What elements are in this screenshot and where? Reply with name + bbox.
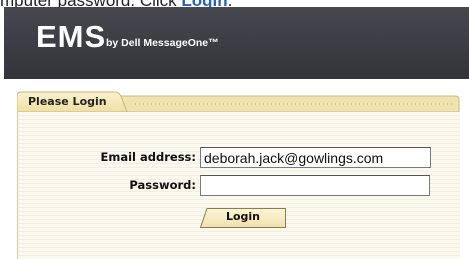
- email-label: Email address:: [100, 150, 196, 164]
- login-button[interactable]: Login: [200, 207, 286, 228]
- login-panel: Please Login Email address: Password: Lo…: [17, 90, 461, 259]
- email-field[interactable]: [200, 147, 431, 168]
- password-field[interactable]: [200, 175, 430, 196]
- ems-logo: EMS: [36, 19, 107, 54]
- panel-title: Please Login: [28, 95, 107, 108]
- password-label: Password:: [129, 178, 196, 192]
- tagline: by Dell MessageOne™: [106, 37, 219, 49]
- panel-tab-strip: Please Login: [17, 90, 461, 112]
- header-banner: EMS by Dell MessageOne™: [4, 7, 469, 79]
- login-button-label: Login: [225, 210, 261, 223]
- login-form: Email address: Password: Login: [17, 112, 460, 259]
